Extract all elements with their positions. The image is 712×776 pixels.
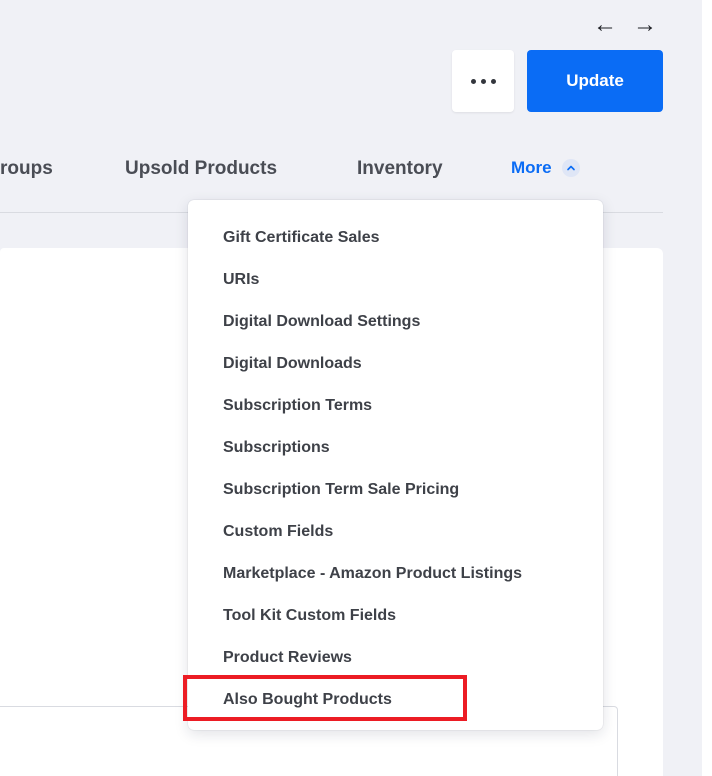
update-button[interactable]: Update bbox=[527, 50, 663, 112]
tab-inventory[interactable]: Inventory bbox=[357, 158, 443, 180]
menu-item-subscription-term-sale-pricing[interactable]: Subscription Term Sale Pricing bbox=[223, 480, 459, 500]
menu-item-gift-certificate-sales[interactable]: Gift Certificate Sales bbox=[223, 228, 380, 248]
menu-item-custom-fields[interactable]: Custom Fields bbox=[223, 522, 333, 542]
menu-item-digital-download-settings[interactable]: Digital Download Settings bbox=[223, 312, 420, 332]
menu-item-marketplace-amazon-product-listings[interactable]: Marketplace - Amazon Product Listings bbox=[223, 564, 522, 584]
menu-item-also-bought-products[interactable]: Also Bought Products bbox=[223, 690, 392, 710]
menu-item-subscription-terms[interactable]: Subscription Terms bbox=[223, 396, 372, 416]
tab-more-label: More bbox=[511, 158, 552, 177]
forward-arrow-icon[interactable]: → bbox=[632, 11, 658, 38]
more-actions-button[interactable] bbox=[452, 50, 514, 112]
menu-item-uris[interactable]: URIs bbox=[223, 270, 259, 290]
menu-item-digital-downloads[interactable]: Digital Downloads bbox=[223, 354, 362, 374]
chevron-up-icon bbox=[561, 159, 580, 177]
back-arrow-icon[interactable]: ← bbox=[592, 11, 618, 38]
menu-item-product-reviews[interactable]: Product Reviews bbox=[223, 648, 352, 668]
product-editor: ← → Update roups Upsold Products Invento… bbox=[0, 0, 712, 776]
tab-groups[interactable]: roups bbox=[0, 158, 53, 180]
tab-upsold-products[interactable]: Upsold Products bbox=[125, 158, 277, 180]
tab-more[interactable]: More bbox=[511, 158, 580, 178]
ellipsis-icon bbox=[470, 78, 496, 84]
window-edge bbox=[702, 0, 712, 776]
menu-item-tool-kit-custom-fields[interactable]: Tool Kit Custom Fields bbox=[223, 606, 396, 626]
menu-item-subscriptions[interactable]: Subscriptions bbox=[223, 438, 330, 458]
more-dropdown-menu: Gift Certificate Sales URIs Digital Down… bbox=[188, 200, 603, 730]
